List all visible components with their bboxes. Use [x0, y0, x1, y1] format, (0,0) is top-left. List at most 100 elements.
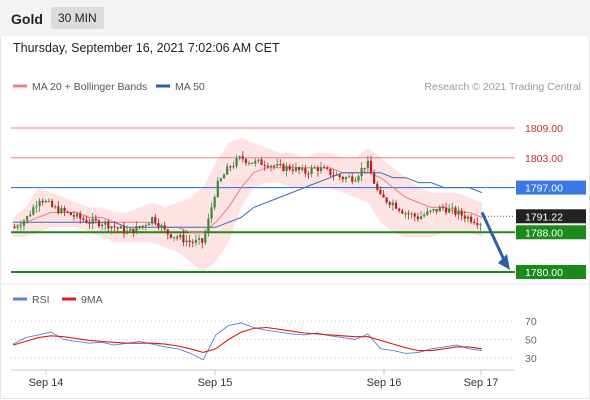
candle-body: [441, 206, 445, 208]
candle-body: [394, 202, 398, 209]
candle-body: [116, 227, 119, 229]
candle-body: [251, 162, 254, 164]
candle-body: [216, 180, 219, 198]
candle-body: [263, 164, 266, 166]
candle-body: [279, 163, 282, 165]
candle-body: [101, 224, 104, 227]
candle-body: [238, 156, 241, 159]
candle-body: [185, 240, 188, 243]
candle-body: [376, 183, 379, 190]
candle-body: [404, 213, 407, 215]
candle-body: [451, 207, 454, 209]
candle-body: [197, 238, 201, 240]
candle-body: [191, 242, 194, 244]
candle-body: [76, 213, 79, 217]
candle-body: [160, 225, 163, 228]
candle-body: [235, 158, 238, 167]
forecast-arrow-line: [480, 211, 507, 263]
candle-body: [419, 216, 423, 220]
candle-body: [291, 169, 294, 171]
candle-body: [132, 228, 135, 234]
candle-body: [469, 216, 473, 222]
legend-label-bollinger: MA 20 + Bollinger Bands: [32, 81, 147, 93]
candle-body: [207, 218, 210, 234]
candle-body: [413, 213, 416, 217]
candle-body: [398, 208, 401, 211]
candle-body: [138, 226, 141, 228]
candle-body: [435, 209, 438, 212]
candle-body: [25, 216, 29, 221]
candle-body: [379, 189, 382, 195]
candle-body: [454, 207, 457, 215]
candle-body: [329, 168, 332, 176]
candle-body: [54, 206, 57, 208]
candle-body: [335, 174, 338, 176]
candle-body: [213, 197, 216, 208]
candle-body: [88, 223, 91, 225]
candle-body: [16, 226, 19, 228]
candle-body: [354, 180, 357, 182]
candle-body: [91, 218, 94, 224]
candle-body: [222, 174, 226, 179]
candle-body: [244, 159, 248, 163]
candle-body: [316, 167, 319, 172]
candle-body: [182, 234, 185, 243]
candle-body: [341, 177, 344, 180]
candle-body: [338, 174, 341, 178]
legend-label-ma50: MA 50: [175, 81, 205, 93]
candle-body: [260, 159, 263, 165]
candle-body: [457, 210, 460, 215]
candle-body: [63, 207, 66, 212]
candle-body: [219, 178, 223, 181]
legend-swatch-ma50: [156, 84, 170, 88]
candle-body: [82, 218, 85, 221]
candle-body: [241, 156, 244, 160]
level-label-1788.00: 1788.00: [525, 227, 563, 239]
candle-body: [144, 225, 147, 227]
candle-body: [72, 215, 76, 217]
candle-body: [466, 216, 470, 219]
candle-body: [147, 223, 151, 226]
candle-body: [126, 230, 129, 234]
candle-body: [107, 221, 110, 229]
x-tick-label: Sep 16: [367, 377, 402, 389]
candle-body: [32, 207, 35, 215]
candle-body: [479, 224, 482, 226]
candle-body: [360, 167, 363, 177]
candle-body: [122, 226, 126, 234]
candle-body: [272, 165, 276, 167]
candle-body: [297, 167, 301, 171]
rsi-line: [12, 322, 483, 361]
candle-body: [304, 168, 307, 174]
candle-body: [172, 237, 176, 239]
candle-body: [194, 239, 198, 243]
candle-body: [423, 214, 426, 217]
rsi-ma-line: [12, 326, 483, 353]
candle-body: [135, 226, 138, 234]
candle-body: [166, 229, 169, 235]
candle-body: [407, 213, 410, 215]
candle-body: [307, 173, 310, 175]
candle-body: [110, 226, 113, 229]
x-tick-label: Sep 14: [29, 377, 64, 389]
candle-body: [294, 167, 298, 171]
candle-body: [210, 207, 213, 219]
candle-body: [388, 202, 391, 206]
x-tick-label: Sep 17: [464, 377, 499, 389]
copyright-text: Research © 2021 Trading Central: [424, 81, 581, 93]
candle-body: [429, 210, 432, 212]
candle-body: [129, 228, 132, 231]
candle-body: [97, 220, 101, 227]
candle-body: [19, 225, 22, 227]
candle-body: [229, 166, 232, 168]
candle-body: [254, 160, 257, 164]
candle-body: [357, 176, 360, 181]
candle-body: [382, 194, 385, 198]
candle-body: [47, 200, 51, 202]
candle-body: [22, 220, 26, 226]
candle-body: [332, 175, 335, 177]
candle-body: [119, 226, 122, 229]
candle-body: [348, 176, 351, 178]
candle-body: [176, 237, 179, 239]
candle-body: [232, 166, 235, 168]
